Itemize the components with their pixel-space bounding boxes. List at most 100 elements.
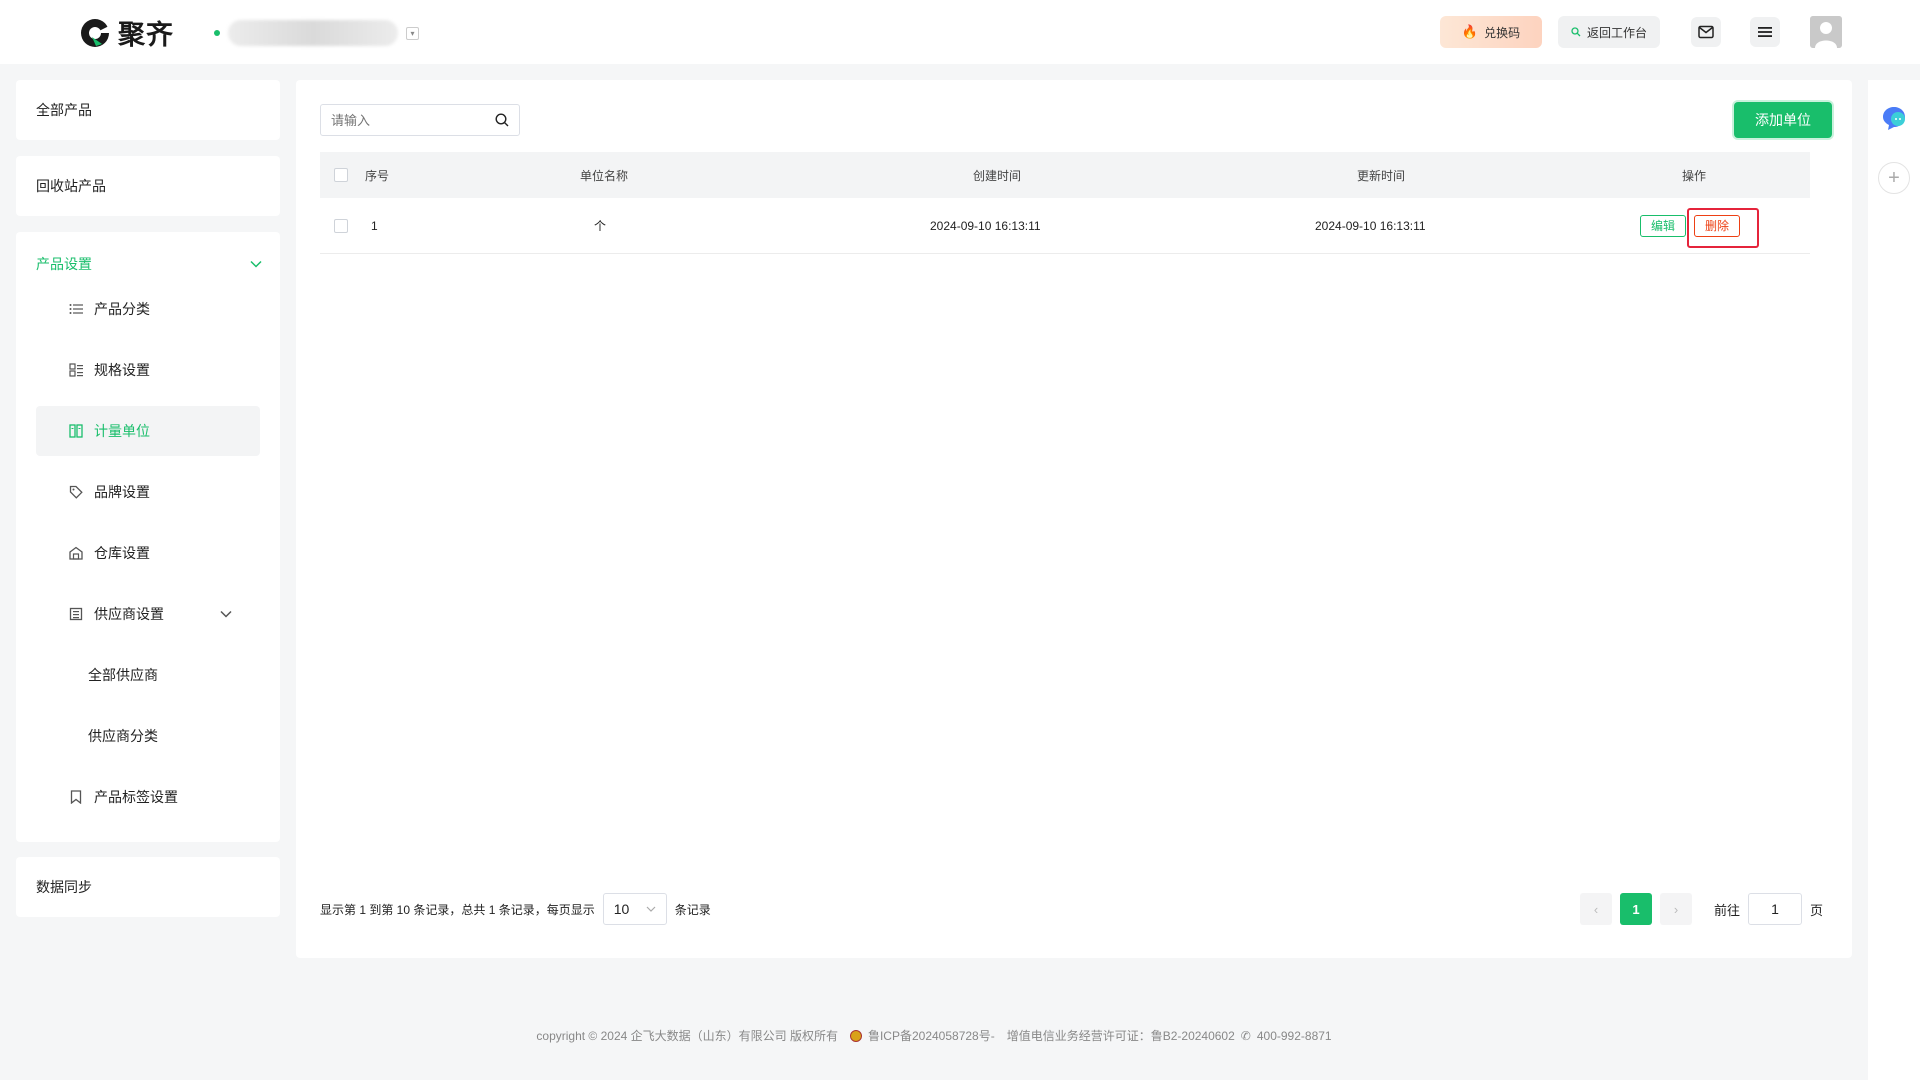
sidebar-item-label: 产品分类 [94,301,150,317]
menu-button[interactable] [1750,17,1780,47]
shop-selector[interactable]: ▾ [214,20,419,46]
sidebar-item-label: 全部供应商 [88,667,158,683]
right-rail: + [1868,80,1920,1080]
row-index: 1 [371,218,378,233]
column-header-index: 序号 [365,168,390,183]
tag-icon [68,484,84,500]
column-header-updated-time: 更新时间 [1357,168,1406,183]
mail-icon [1698,25,1714,39]
sidebar-subitem-supplier-category[interactable]: 供应商分类 [88,726,158,746]
sidebar-item-warehouse-settings[interactable]: 仓库设置 [36,528,260,578]
return-workbench-button[interactable]: 返回工作台 [1558,16,1660,48]
footer-copyright: copyright © 2024 企飞大数据（山东）有限公司 版权所有 [536,1029,838,1043]
redeem-code-label: 兑换码 [1484,25,1521,40]
search-box[interactable] [320,104,520,136]
app-name: 聚齐 [118,20,174,50]
sidebar-item-spec-settings[interactable]: 规格设置 [36,345,260,395]
redeem-code-button[interactable]: 🔥 兑换码 [1440,16,1542,48]
sidebar-item-label: 品牌设置 [94,484,150,500]
row-updated-time: 2024-09-10 16:13:11 [1315,218,1426,233]
sidebar-item-label: 供应商设置 [94,606,164,622]
footer-license: 增值电信业务经营许可证：鲁B2-20240602 [1006,1029,1235,1043]
main-panel: 添加单位 序号 单位名称 创建时间 更新时间 操作 1 个 2024-09-10… [296,80,1852,958]
sidebar-item-label: 回收站产品 [36,178,106,194]
page-size-select[interactable]: 10 [602,893,667,925]
chat-bubble-icon [1883,107,1905,130]
page-unit-label: 页 [1810,902,1824,918]
sidebar-item-label: 供应商分类 [88,728,158,744]
goto-label: 前往 [1714,902,1741,918]
page-number-current[interactable]: 1 [1620,893,1652,925]
column-header-created-time: 创建时间 [973,168,1022,183]
sidebar-item-label: 产品标签设置 [94,789,178,805]
sidebar-item-product-category[interactable]: 产品分类 [36,284,260,334]
footer-phone: 400-992-8871 [1256,1028,1332,1043]
product-settings-group: 产品设置 产品分类 规格设置 计量单位 品牌设置 仓库设置 供应商设置 全部供应… [16,232,280,842]
mail-button[interactable] [1691,17,1721,47]
fire-icon: 🔥 [1461,24,1479,39]
page-footer: copyright © 2024 企飞大数据（山东）有限公司 版权所有 鲁ICP… [0,1027,1868,1044]
chevron-down-icon [220,610,232,618]
sidebar-item-label: 全部产品 [36,102,92,118]
table-row: 1 个 2024-09-10 16:13:11 2024-09-10 16:13… [320,198,1810,254]
user-avatar[interactable] [1810,16,1842,48]
online-status-dot [214,30,220,36]
ruler-book-icon [68,423,84,439]
column-header-unit-name: 单位名称 [580,168,629,183]
search-small-icon [1571,27,1581,37]
spec-grid-icon [68,362,84,378]
avatar-icon [1810,16,1842,48]
sidebar-item-label: 计量单位 [94,423,150,439]
next-page-button[interactable]: › [1660,893,1692,925]
chevron-down-icon [250,260,262,268]
chat-assistant-button[interactable] [1878,102,1910,134]
page-size-value: 10 [613,901,630,917]
product-settings-header[interactable]: 产品设置 [36,254,262,274]
goto-page-input[interactable]: 1 [1748,893,1803,925]
group-title: 产品设置 [36,256,92,272]
sidebar-item-label: 规格设置 [94,362,150,378]
pagination-controls: ‹ 1 › 前往 1 页 [1580,893,1823,925]
app-logo[interactable]: 聚齐 [78,13,174,52]
search-icon[interactable] [495,113,509,127]
logo-icon [81,18,109,47]
pagination-suffix: 条记录 [674,902,711,917]
hamburger-icon [1758,27,1772,37]
return-workbench-label: 返回工作台 [1586,25,1647,40]
add-shortcut-button[interactable]: + [1878,162,1910,194]
sidebar-subitem-all-suppliers[interactable]: 全部供应商 [88,665,158,685]
sidebar-item-recycle-products[interactable]: 回收站产品 [16,156,280,216]
top-header: 聚齐 ▾ 🔥 兑换码 返回工作台 [0,0,1920,64]
pagination-summary: 显示第 1 到第 10 条记录，总共 1 条记录，每页显示 10 条记录 [320,893,711,925]
column-header-actions: 操作 [1682,168,1707,183]
building-icon [68,606,84,622]
sidebar-item-unit-of-measure[interactable]: 计量单位 [36,406,260,456]
sidebar-item-supplier-settings[interactable]: 供应商设置 [36,589,260,639]
sidebar-item-all-products[interactable]: 全部产品 [16,80,280,140]
sidebar-item-product-tag-settings[interactable]: 产品标签设置 [36,772,260,822]
edit-button[interactable]: 编辑 [1640,214,1687,237]
prev-page-button[interactable]: ‹ [1580,893,1612,925]
sidebar-item-label: 仓库设置 [94,545,150,561]
select-all-checkbox[interactable] [334,152,348,198]
list-icon [68,301,84,317]
pagination-summary-text: 显示第 1 到第 10 条记录，总共 1 条记录，每页显示 [320,902,595,917]
row-unit-name: 个 [594,219,607,233]
bookmark-icon [68,789,84,805]
footer-icp-link[interactable]: 鲁ICP备2024058728号- [868,1027,995,1044]
row-created-time: 2024-09-10 16:13:11 [930,218,1041,233]
delete-highlight-box [1687,208,1759,248]
police-badge-icon [849,1029,862,1042]
sidebar-item-brand-settings[interactable]: 品牌设置 [36,467,260,517]
search-input[interactable] [331,112,481,128]
chevron-down-icon [646,906,656,912]
caret-down-icon: ▾ [406,26,419,40]
sidebar-item-label: 数据同步 [36,879,92,895]
table-header: 序号 单位名称 创建时间 更新时间 操作 [320,152,1810,198]
row-checkbox[interactable] [334,198,348,253]
plus-icon: + [1888,166,1900,189]
sidebar-item-data-sync[interactable]: 数据同步 [16,857,280,917]
warehouse-icon [68,545,84,561]
add-unit-button[interactable]: 添加单位 [1734,102,1832,138]
shop-name-blurred [228,20,398,46]
